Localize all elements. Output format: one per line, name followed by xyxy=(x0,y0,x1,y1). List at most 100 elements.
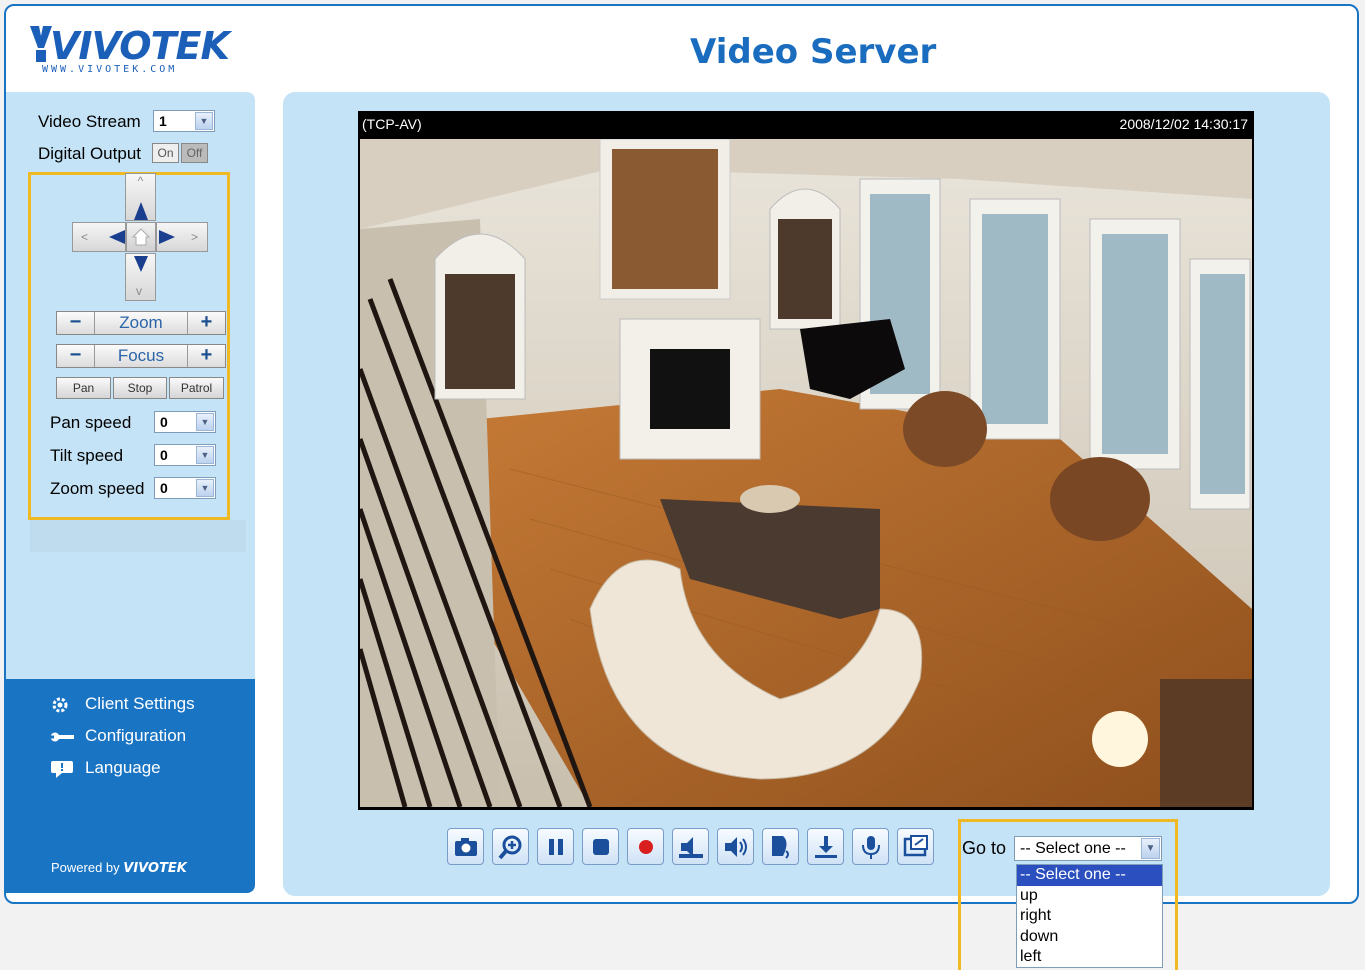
zoom-label: Zoom xyxy=(119,313,163,332)
tilt-up-button[interactable]: ^ xyxy=(125,173,156,221)
zoom-speed-label: Zoom speed xyxy=(50,479,145,498)
menu-label: Language xyxy=(85,758,161,777)
video-stream-label: Video Stream xyxy=(38,112,141,131)
chevron-down-icon: ▼ xyxy=(196,413,214,431)
fullscreen-button[interactable] xyxy=(897,828,934,865)
powered-by-brand: VIVOTEK xyxy=(123,861,187,876)
pan-right-button[interactable]: > xyxy=(156,222,208,252)
chevron-down-icon: ▼ xyxy=(196,446,214,464)
video-viewer[interactable]: (TCP-AV) 2008/12/02 14:30:17 xyxy=(358,111,1254,810)
goto-option[interactable]: down xyxy=(1017,927,1162,948)
ptz-shade xyxy=(30,520,246,552)
pan-speed-label: Pan speed xyxy=(50,413,132,432)
protocol-label: (TCP-AV) xyxy=(362,116,422,132)
video-feed-image xyxy=(360,139,1252,807)
zoom-speed-select[interactable]: 0 ▼ xyxy=(154,477,216,499)
logo-url: WWW.VIVOTEK.COM xyxy=(42,64,178,75)
focus-near-button[interactable]: − xyxy=(57,345,95,367)
talk-button[interactable] xyxy=(762,828,799,865)
record-icon xyxy=(639,840,653,854)
goto-label: Go to xyxy=(962,838,1007,858)
arrow-left-icon xyxy=(109,230,125,244)
pan-left-button[interactable]: < xyxy=(72,222,126,252)
stop-button[interactable]: Stop xyxy=(113,377,167,399)
volume-icon xyxy=(725,837,747,857)
tilt-speed-select[interactable]: 0 ▼ xyxy=(154,444,216,466)
arrow-down-icon xyxy=(134,256,148,272)
video-caption-bar: (TCP-AV) 2008/12/02 14:30:17 xyxy=(358,111,1254,138)
logo-text: VIVOTEK xyxy=(50,24,230,68)
chevron-down-icon: ▼ xyxy=(196,479,214,497)
digital-output-off-button[interactable]: Off xyxy=(181,143,208,163)
menu-label: Configuration xyxy=(85,726,187,745)
microphone-button[interactable] xyxy=(852,828,889,865)
digital-output-toggle: On Off xyxy=(152,143,208,163)
record-button[interactable] xyxy=(627,828,664,865)
volume-mute-button[interactable] xyxy=(672,828,709,865)
focus-far-button[interactable]: + xyxy=(187,345,225,367)
goto-option[interactable]: up xyxy=(1017,886,1162,907)
talk-icon xyxy=(772,836,789,859)
fullscreen-icon xyxy=(903,835,928,857)
menu-label: Client Settings xyxy=(85,694,195,713)
video-stream-select[interactable]: 1 ▼ xyxy=(153,110,215,132)
chevron-down-icon: ▼ xyxy=(1141,838,1160,859)
gear-icon xyxy=(52,697,68,713)
chevron-down-icon: ▼ xyxy=(195,112,213,130)
digital-zoom-button[interactable] xyxy=(492,828,529,865)
menu-item-configuration[interactable]: Configuration xyxy=(50,726,187,746)
menu-item-client-settings[interactable]: Client Settings xyxy=(52,694,195,714)
chevron-right-icon: > xyxy=(191,230,199,244)
powered-by: Powered by VIVOTEK xyxy=(51,860,187,876)
pause-button[interactable] xyxy=(537,828,574,865)
zoom-control: − Zoom + xyxy=(56,311,226,335)
chevron-down-icon: v xyxy=(136,284,142,298)
download-icon xyxy=(815,836,837,858)
download-button[interactable] xyxy=(807,828,844,865)
video-stream-value: 1 xyxy=(159,113,167,129)
pan-speed-select[interactable]: 0 ▼ xyxy=(154,411,216,433)
digital-output-on-button[interactable]: On xyxy=(152,143,179,163)
volume-button[interactable] xyxy=(717,828,754,865)
home-icon xyxy=(131,228,151,246)
pan-button[interactable]: Pan xyxy=(56,377,111,399)
pause-icon xyxy=(549,839,563,855)
goto-preset-select[interactable]: -- Select one -- ▼ xyxy=(1014,836,1162,861)
sidebar-menu: Client Settings Configuration Language P… xyxy=(6,679,255,893)
page-title: Video Server xyxy=(690,32,937,72)
goto-dropdown-list: -- Select one -- up right down left xyxy=(1016,864,1163,968)
tilt-speed-value: 0 xyxy=(160,447,168,463)
patrol-button[interactable]: Patrol xyxy=(169,377,224,399)
goto-option[interactable]: right xyxy=(1017,906,1162,927)
volume-mute-icon xyxy=(679,837,703,858)
video-timestamp: 2008/12/02 14:30:17 xyxy=(1119,116,1248,132)
chevron-left-icon: < xyxy=(81,230,89,244)
zoom-out-button[interactable]: − xyxy=(57,312,95,334)
focus-control: − Focus + xyxy=(56,344,226,368)
speech-bubble-icon xyxy=(51,761,73,778)
wrench-icon xyxy=(50,732,74,742)
stop-video-button[interactable] xyxy=(582,828,619,865)
goto-option[interactable]: -- Select one -- xyxy=(1017,865,1162,886)
menu-item-language[interactable]: Language xyxy=(51,758,161,778)
stop-icon xyxy=(593,839,609,855)
video-controls-toolbar xyxy=(447,828,934,865)
digital-output-label: Digital Output xyxy=(38,144,141,163)
home-button[interactable] xyxy=(126,222,156,252)
tilt-speed-label: Tilt speed xyxy=(50,446,124,465)
patrol-buttons: Pan Stop Patrol xyxy=(56,377,224,399)
snapshot-button[interactable] xyxy=(447,828,484,865)
microphone-icon xyxy=(862,836,880,859)
pan-speed-value: 0 xyxy=(160,414,168,430)
focus-label: Focus xyxy=(117,346,165,365)
tilt-down-button[interactable]: v xyxy=(125,253,156,301)
goto-selected-value: -- Select one -- xyxy=(1020,840,1126,857)
digital-zoom-icon xyxy=(498,835,522,860)
camera-snapshot-icon xyxy=(455,838,477,856)
zoom-speed-value: 0 xyxy=(160,480,168,496)
powered-by-label: Powered by xyxy=(51,860,120,875)
goto-option[interactable]: left xyxy=(1017,947,1162,968)
zoom-in-button[interactable]: + xyxy=(187,312,225,334)
arrow-right-icon xyxy=(159,230,175,244)
vivotek-logo: VIVOTEK WWW.VIVOTEK.COM xyxy=(30,24,230,80)
